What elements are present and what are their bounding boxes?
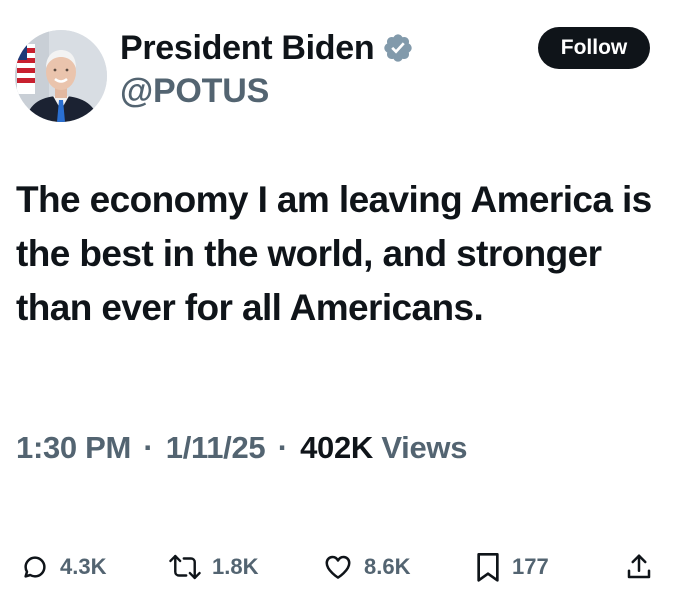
repost-button[interactable]: 1.8K (168, 545, 258, 589)
views-count: 402K (300, 430, 373, 465)
reply-icon (24, 556, 46, 578)
meta-separator: · (277, 430, 288, 465)
heart-icon (325, 555, 351, 579)
tweet-text: The economy I am leaving America is the … (16, 179, 652, 328)
views-label: Views (381, 430, 468, 465)
avatar[interactable] (15, 30, 107, 122)
like-button[interactable]: 8.6K (322, 545, 410, 589)
repost-icon (169, 554, 201, 580)
profile-photo (15, 30, 107, 122)
author-handle[interactable]: @POTUS (120, 72, 269, 111)
verified-badge-icon[interactable] (382, 32, 414, 64)
share-button[interactable] (624, 545, 654, 589)
author-display-name[interactable]: President Biden (120, 29, 375, 68)
reply-button[interactable]: 4.3K (20, 545, 106, 589)
bookmark-count: 177 (512, 554, 549, 579)
tweet-date[interactable]: 1/11/25 (166, 430, 266, 465)
bookmark-button[interactable]: 177 (474, 545, 549, 589)
action-bar: 4.3K 1.8K 8.6K 177 (0, 545, 680, 589)
repost-count: 1.8K (212, 554, 259, 579)
reply-count: 4.3K (60, 554, 107, 579)
author-name-row: President Biden (120, 26, 414, 70)
tweet-meta: 1:30 PM · 1/11/25 · 402K Views (16, 430, 467, 466)
like-count: 8.6K (364, 554, 411, 579)
share-icon (627, 554, 651, 579)
bookmark-icon (477, 553, 499, 582)
tweet-time[interactable]: 1:30 PM (16, 430, 131, 465)
meta-separator: · (143, 430, 154, 465)
follow-button[interactable]: Follow (538, 27, 650, 69)
